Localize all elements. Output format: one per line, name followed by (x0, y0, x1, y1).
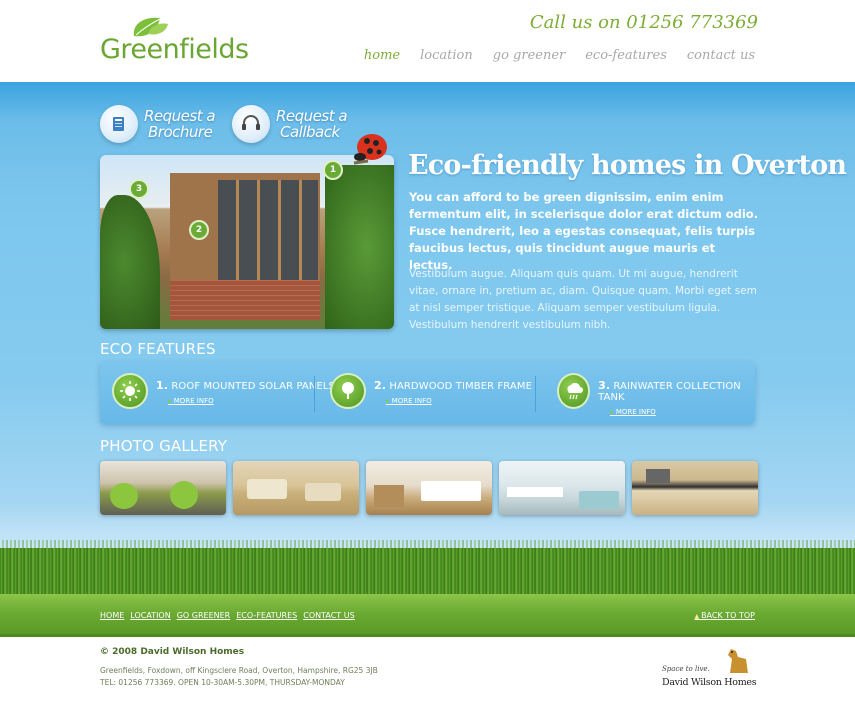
more-info-link[interactable]: MORE INFO (168, 397, 335, 405)
nav-home[interactable]: home (364, 48, 400, 63)
footer-link-location[interactable]: LOCATION (130, 611, 170, 620)
eco-features-panel: 1. ROOF MOUNTED SOLAR PANELS MORE INFO 2… (100, 362, 755, 424)
photo-marker-3[interactable]: 3 (129, 179, 149, 199)
lead-paragraph: You can afford to be green dignissim, en… (409, 190, 759, 272)
dog-icon (728, 649, 748, 673)
request-brochure-button[interactable]: Request a Brochure (100, 103, 216, 145)
telephone-hours: TEL: 01256 773369. OPEN 10-30AM-5.30PM, … (100, 678, 345, 687)
back-to-top-link[interactable]: BACK TO TOP (695, 611, 755, 620)
rain-cloud-icon (557, 373, 591, 409)
eco-item-solar: 1. ROOF MOUNTED SOLAR PANELS MORE INFO (112, 362, 335, 424)
request-callback-button[interactable]: Request a Callback (232, 103, 348, 145)
gallery-thumb-bathroom[interactable] (499, 461, 625, 515)
nav-contact-us[interactable]: contact us (687, 48, 755, 63)
tree-icon (330, 373, 366, 409)
eco-item-timber: 2. HARDWOOD TIMBER FRAME MORE INFO (330, 362, 532, 424)
footer-link-eco-features[interactable]: ECO-FEATURES (236, 611, 297, 620)
nav-eco-features[interactable]: eco-features (585, 48, 667, 63)
david-wilson-homes-logo[interactable]: Space to live. David Wilson Homes (662, 645, 757, 690)
brochure-label: Request a Brochure (144, 107, 216, 141)
gallery-thumb-living-room[interactable] (233, 461, 359, 515)
photo-gallery (100, 461, 758, 515)
gallery-thumb-dining-room[interactable] (100, 461, 226, 515)
more-info-link[interactable]: MORE INFO (610, 408, 755, 416)
phone-number: Call us on 01256 773369 (529, 12, 758, 33)
main-nav: home location go greener eco-features co… (364, 48, 755, 63)
eco-item-title: 2. HARDWOOD TIMBER FRAME (374, 379, 533, 392)
eco-features-title: ECO FEATURES (100, 340, 216, 358)
ladybug-icon (353, 134, 387, 165)
brochure-icon (100, 105, 138, 143)
divider (535, 376, 536, 412)
callback-label: Request a Callback (276, 107, 348, 141)
photo-marker-1[interactable]: 1 (323, 160, 343, 180)
headset-icon (232, 105, 270, 143)
brand-name: David Wilson Homes (662, 677, 757, 688)
logo-text: Greenfields (100, 34, 249, 65)
brand-tagline: Space to live. (662, 665, 710, 673)
hero-house-photo: 3 2 1 (100, 155, 394, 329)
page-headline: Eco-friendly homes in Overton (408, 150, 847, 181)
eco-item-title: 1. ROOF MOUNTED SOLAR PANELS (156, 379, 335, 392)
footer-link-contact-us[interactable]: CONTACT US (303, 611, 354, 620)
nav-location[interactable]: location (420, 48, 473, 63)
gallery-thumb-kitchen[interactable] (632, 461, 758, 515)
eco-item-title: 3. RAINWATER COLLECTION TANK (598, 379, 741, 403)
copyright: © 2008 David Wilson Homes (100, 647, 245, 657)
nav-active-pointer (433, 76, 445, 82)
greenfields-logo[interactable]: Greenfields (100, 14, 280, 72)
footer-link-home[interactable]: HOME (100, 611, 124, 620)
sun-icon (112, 373, 148, 409)
site-header: Greenfields Call us on 01256 773369 home… (0, 0, 855, 82)
more-info-link[interactable]: MORE INFO (386, 397, 532, 405)
divider (314, 376, 315, 412)
footer-link-go-greener[interactable]: GO GREENER (177, 611, 231, 620)
eco-item-rainwater: 3. RAINWATER COLLECTION TANK MORE INFO (557, 362, 755, 424)
photo-gallery-title: PHOTO GALLERY (100, 437, 228, 455)
address: Greenfields, Foxdown, off Kingsclere Roa… (100, 666, 378, 675)
gallery-thumb-bedroom[interactable] (366, 461, 492, 515)
nav-go-greener[interactable]: go greener (493, 48, 565, 63)
body-paragraph: Vestibulum augue. Aliquam quis quam. Ut … (409, 268, 757, 331)
photo-marker-2[interactable]: 2 (189, 220, 209, 240)
footer-nav: HOME LOCATION GO GREENER ECO-FEATURES CO… (100, 611, 355, 620)
grass-background (0, 548, 855, 596)
address-block: Greenfields, Foxdown, off Kingsclere Roa… (100, 665, 378, 689)
